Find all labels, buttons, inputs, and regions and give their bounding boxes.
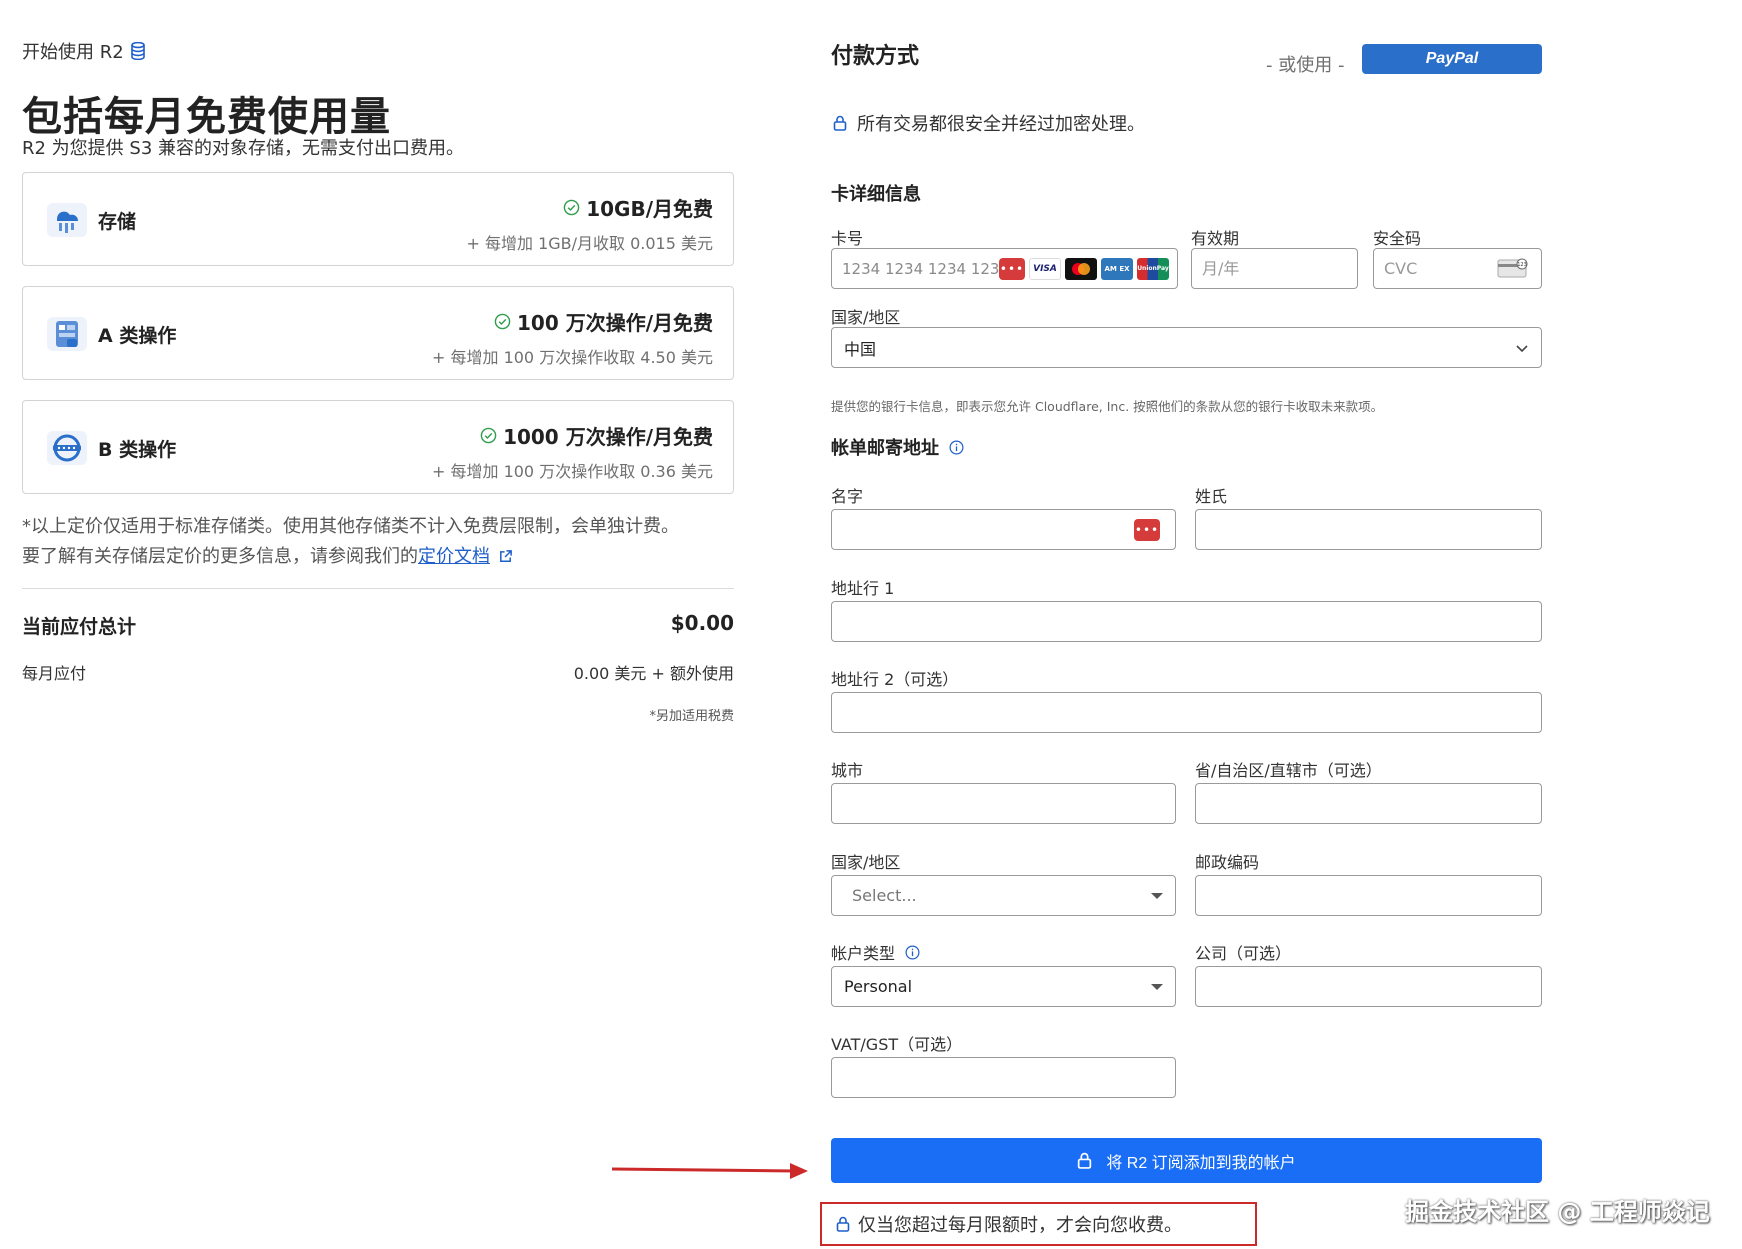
first-name-label: 名字 [831,487,864,506]
charge-notice: 仅当您超过每月限额时，才会向您收费。 [820,1202,1257,1246]
postal-code-input[interactable] [1195,875,1542,916]
chevron-down-icon [1516,344,1528,352]
last-name-label: 姓氏 [1195,487,1228,506]
lock-icon [836,1216,850,1232]
pricing-card-class-a: A 类操作 100 万次操作/月免费 + 每增加 100 万次操作收取 4.50… [22,286,734,380]
total-due-value: $0.00 [670,611,734,635]
secure-notice: 所有交易都很安全并经过加密处理。 [833,110,1145,136]
page-subtitle: R2 为您提供 S3 兼容的对象存储，无需支付出口费用。 [22,138,464,159]
pricing-card-class-b: B 类操作 1000 万次操作/月免费 + 每增加 100 万次操作收取 0.3… [22,400,734,494]
last-name-input[interactable] [1195,509,1542,550]
charge-notice-text: 仅当您超过每月限额时，才会向您收费。 [858,1215,1182,1236]
check-circle-icon [480,427,497,444]
account-type-value: Personal [844,977,913,996]
card-number-input[interactable]: 1234 1234 1234 1234 ••• VISA AM EX Union… [831,248,1178,289]
country-value: 中国 [844,339,877,359]
vat-input[interactable] [831,1057,1176,1098]
country-select[interactable]: 中国 [831,327,1542,368]
card-extra-price: + 每增加 1GB/月收取 0.015 美元 [466,234,713,253]
address1-input[interactable] [831,601,1542,642]
expiry-input[interactable] [1191,248,1358,289]
payment-method-title: 付款方式 [831,44,920,69]
first-name-input[interactable] [831,509,1176,550]
card-name: 存储 [98,211,137,233]
svg-text:123: 123 [1517,262,1527,268]
breadcrumb: 开始使用 R2 [22,38,146,64]
lock-icon [833,115,847,131]
check-circle-icon [563,199,580,216]
company-label: 公司（可选） [1195,944,1292,963]
pricing-note: *以上定价仅适用于标准存储类。使用其他存储类不计入免费层限制，会单独计费。 要了… [22,512,752,572]
or-use-text: - 或使用 - [1266,55,1345,76]
country2-placeholder: Select... [852,886,917,905]
card-free-amount: 1000 万次操作/月免费 [503,425,713,449]
visa-icon: VISA [1029,257,1061,280]
info-icon[interactable] [949,440,964,455]
note-line-2: 要了解有关存储层定价的更多信息，请参阅我们的定价文档 [22,542,752,572]
card-free-amount: 100 万次操作/月免费 [516,311,713,335]
province-input[interactable] [1195,783,1542,824]
address2-label: 地址行 2（可选） [831,670,959,689]
total-due-label: 当前应付总计 [22,616,137,638]
annotation-arrow [611,1163,808,1179]
billing-address-heading: 帐单邮寄地址 [831,434,964,460]
card-name: B 类操作 [98,439,177,461]
card-name: A 类操作 [98,325,177,347]
card-number-placeholder: 1234 1234 1234 1234 [842,259,999,278]
card-details-heading: 卡详细信息 [831,184,921,205]
tax-note: *另加适用税费 [649,709,734,724]
city-input[interactable] [831,783,1176,824]
card-number-label: 卡号 [831,229,864,248]
external-link-icon[interactable] [498,549,513,564]
account-type-label: 帐户类型 [831,940,920,964]
secure-text: 所有交易都很安全并经过加密处理。 [857,114,1145,135]
province-label: 省/自治区/直辖市（可选） [1195,761,1382,780]
postal-code-label: 邮政编码 [1195,853,1260,872]
autofill-key-icon[interactable]: ••• [999,257,1025,280]
mastercard-icon [1065,257,1097,280]
card-extra-price: + 每增加 100 万次操作收取 4.50 美元 [431,348,713,367]
divider [22,588,734,589]
caret-down-icon [1151,892,1163,899]
check-circle-icon [494,313,511,330]
cloud-storage-icon [47,203,87,237]
amex-icon: AM EX [1101,257,1133,280]
country-label: 国家/地区 [831,308,901,327]
submit-label: 将 R2 订阅添加到我的帐户 [1106,1154,1296,1172]
autofill-key-icon[interactable]: ••• [1134,519,1160,541]
vat-label: VAT/GST（可选） [831,1035,963,1054]
card-disclaimer: 提供您的银行卡信息，即表示您允许 Cloudflare, Inc. 按照他们的条… [831,399,1384,414]
paypal-button[interactable]: PayPal [1362,44,1542,74]
card-extra-price: + 每增加 100 万次操作收取 0.36 美元 [431,462,713,481]
cvc-card-icon: 123 [1497,258,1528,278]
country2-label: 国家/地区 [831,853,901,872]
city-label: 城市 [831,761,864,780]
caret-down-icon [1151,983,1163,990]
note-line-1: *以上定价仅适用于标准存储类。使用其他存储类不计入免费层限制，会单独计费。 [22,516,679,537]
monthly-due-value: 0.00 美元 + 额外使用 [573,664,734,683]
pricing-card-storage: 存储 10GB/月免费 + 每增加 1GB/月收取 0.015 美元 [22,172,734,266]
add-r2-subscription-button[interactable]: 将 R2 订阅添加到我的帐户 [831,1138,1542,1183]
address1-label: 地址行 1 [831,579,895,598]
cvc-label: 安全码 [1373,229,1422,248]
breadcrumb-text: 开始使用 R2 [22,42,124,63]
unionpay-icon: UnionPay [1137,257,1169,280]
monthly-due-label: 每月应付 [22,664,87,683]
address2-input[interactable] [831,692,1542,733]
pricing-docs-link[interactable]: 定价文档 [418,546,490,567]
class-a-operations-icon [47,317,87,351]
account-type-select[interactable]: Personal [831,966,1176,1007]
expiry-label: 有效期 [1191,229,1240,248]
info-icon[interactable] [905,945,920,960]
watermark: 掘金技术社区 @ 工程师焱记 [1405,1198,1710,1226]
database-icon [130,42,145,60]
card-free-amount: 10GB/月免费 [586,197,713,221]
lock-icon [1078,1152,1092,1169]
company-input[interactable] [1195,966,1542,1007]
class-b-operations-icon [47,431,87,465]
country2-select[interactable]: Select... [831,875,1176,916]
